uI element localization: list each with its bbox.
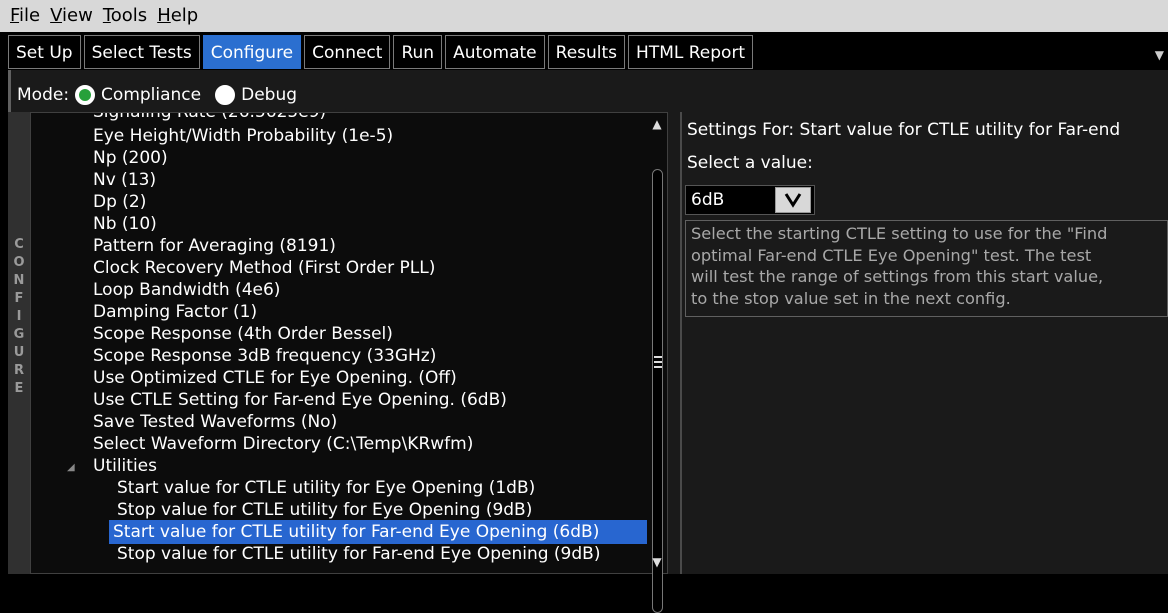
tree-item[interactable]: Nv (13) [89,168,160,192]
select-value-label: Select a value: [687,153,813,173]
menu-help-label: elp [170,5,199,26]
tree-item[interactable]: Eye Height/Width Probability (1e-5) [89,124,397,148]
menu-help-mnemonic: H [157,5,171,26]
tree-item[interactable]: Np (200) [89,146,172,170]
description-line: Select the starting CTLE setting to use … [691,224,1108,243]
side-label-letter: I [16,309,22,324]
tree-item[interactable]: Dp (2) [89,190,150,214]
tree-scrollbar[interactable]: ▲ ▼ [648,113,666,613]
tree-item[interactable]: Stop value for CTLE utility for Eye Open… [113,498,536,522]
grip-icon [654,356,662,368]
side-label-letter: G [13,327,25,342]
scroll-thumb[interactable] [652,169,663,613]
description-line: optimal Far-end CTLE Eye Opening" test. … [691,245,1092,265]
compliance-radio-label[interactable]: Compliance [101,85,201,105]
tree-item[interactable]: Loop Bandwidth (4e6) [89,278,284,302]
tree-item[interactable]: Save Tested Waveforms (No) [89,410,341,434]
selected-value[interactable]: 6dB [691,190,775,210]
chevron-down-icon[interactable] [775,187,811,213]
compliance-radio[interactable] [75,85,96,105]
settings-panel [680,112,1168,574]
side-label-letter: F [14,291,24,306]
config-tree: Signaling Rate (26.5625e9) Eye Height/Wi… [30,112,668,574]
tree-item[interactable]: Use CTLE Setting for Far-end Eye Opening… [89,388,511,412]
mode-bar: Mode: Compliance Debug [17,80,305,110]
menu-view-label: iew [62,5,93,26]
tree-item[interactable]: Start value for CTLE utility for Eye Ope… [113,476,539,500]
menu-view[interactable]: View [50,0,93,32]
menu-bar: File View Tools Help [0,0,1168,32]
tree-item-selected[interactable]: Start value for CTLE utility for Far-end… [109,520,647,544]
tree-item[interactable]: Use Optimized CTLE for Eye Opening. (Off… [89,366,461,390]
side-label-letter: R [13,363,24,378]
tree-item[interactable]: Scope Response (4th Order Bessel) [89,322,397,346]
menu-tools[interactable]: Tools [103,0,147,32]
side-label-letter: U [13,345,25,360]
collapse-triangle-icon[interactable]: ◢ [67,462,75,473]
menu-file-mnemonic: F [10,5,20,26]
menu-help[interactable]: Help [157,0,198,32]
description-line: will test the range of settings from thi… [691,267,1104,286]
tree-item[interactable]: Signaling Rate (26.5625e9) [89,113,330,124]
configure-side-label: C O N F I G U R E [8,112,30,574]
debug-radio[interactable] [215,85,236,105]
tree-item[interactable]: Scope Response 3dB frequency (33GHz) [89,344,440,368]
scroll-up-icon[interactable]: ▲ [648,115,666,133]
tab-configure[interactable]: Configure [202,35,302,69]
side-label-letter: N [13,273,25,288]
tab-bar: Set Up Select Tests Configure Connect Ru… [0,35,1168,69]
tree-item[interactable]: Clock Recovery Method (First Order PLL) [89,256,439,280]
description-line: to the stop value set in the next config… [691,288,1011,308]
tab-html-report[interactable]: HTML Report [628,35,754,69]
menu-tools-label: ools [110,5,148,26]
side-label-letter: E [14,381,24,396]
tab-run[interactable]: Run [393,35,443,69]
tab-connect[interactable]: Connect [304,35,391,69]
app-window: File View Tools Help Set Up Select Tests… [0,0,1168,613]
menu-tools-mnemonic: T [102,5,111,26]
tab-automate[interactable]: Automate [445,35,545,69]
tree-item[interactable]: Select Waveform Directory (C:\Temp\KRwfm… [89,432,477,456]
setting-description: Select the starting CTLE setting to use … [685,220,1168,317]
tab-select-tests[interactable]: Select Tests [83,35,200,69]
tree-item[interactable]: Pattern for Averaging (8191) [89,234,340,258]
value-select[interactable]: 6dB [685,185,815,215]
tree-item-utilities[interactable]: Utilities [89,454,161,478]
tab-overflow-icon[interactable]: ▼ [1155,48,1164,62]
settings-title: Settings For: Start value for CTLE utili… [687,120,1121,140]
mode-label: Mode: [17,85,70,105]
menu-view-mnemonic: V [50,5,63,26]
chevron-down-icon-glyph [784,193,802,208]
tree-item[interactable]: Nb (10) [89,212,161,236]
scroll-down-icon[interactable]: ▼ [648,553,666,571]
tab-set-up[interactable]: Set Up [8,35,81,69]
tree-item[interactable]: Damping Factor (1) [89,300,261,324]
menu-file-label: ile [19,5,41,26]
tree-item[interactable]: Stop value for CTLE utility for Far-end … [113,542,604,566]
side-label-letter: O [13,255,25,270]
debug-radio-label[interactable]: Debug [241,85,297,105]
tab-results[interactable]: Results [547,35,626,69]
menu-file[interactable]: File [10,0,40,32]
side-label-letter: C [14,237,24,252]
